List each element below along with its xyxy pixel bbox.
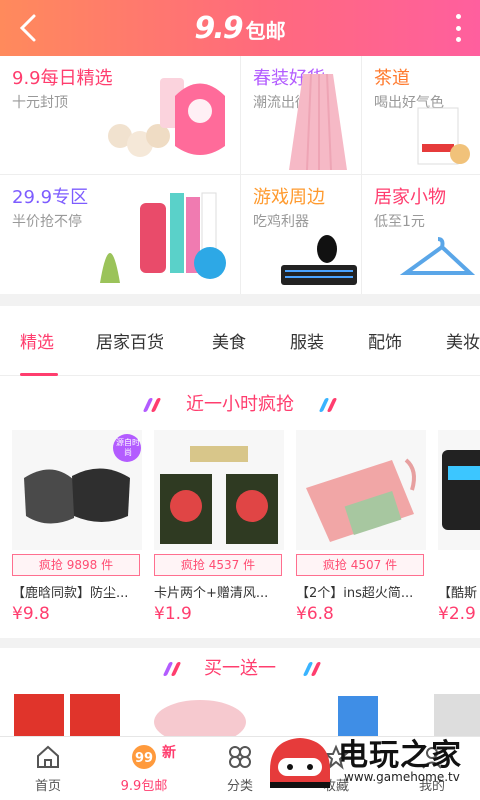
- product-price: ¥9.8: [12, 604, 50, 624]
- product-card[interactable]: 源自时尚 疯抢 9898 件 【鹿晗同款】防尘... ¥9.8: [12, 430, 142, 630]
- product-card[interactable]: 疯抢 4507 件 【2个】ins超火简... ¥6.8: [296, 430, 426, 630]
- nav-label: 首页: [34, 779, 61, 794]
- category-gaming-gear[interactable]: 游戏周边 吃鸡利器: [241, 175, 361, 294]
- product-name: 卡片两个+赠清风...: [154, 586, 269, 601]
- tea-box-image: [417, 107, 470, 165]
- new-badge: 新: [162, 745, 176, 761]
- svg-text:99: 99: [135, 751, 153, 766]
- sales-badge: 疯抢 9898 件: [12, 554, 140, 576]
- category-title: 29.9专区: [12, 187, 89, 208]
- category-icon: [229, 746, 251, 768]
- back-chevron-icon[interactable]: [14, 12, 46, 44]
- category-daily-picks[interactable]: 9.9每日精选 十元封顶: [0, 56, 240, 174]
- category-grid: 9.9每日精选 十元封顶 春装好货 潮流出街 茶道 喝出好气色 29.9专区 半…: [0, 56, 480, 294]
- category-half-price-zone[interactable]: 29.9专区 半价抢不停: [0, 175, 240, 294]
- sales-badge: 疯抢 4507 件: [296, 554, 424, 576]
- tab-clothing[interactable]: 服装: [290, 328, 324, 353]
- hot-sale-section: 近一小时疯抢 源自时尚 疯抢 9898 件 【鹿晗同款】防尘... ¥9.8 疯…: [0, 376, 480, 638]
- page-logo: 9.9 包邮: [194, 11, 285, 46]
- watermark: 电玩之家 www.gamehome.tv: [262, 728, 480, 800]
- product-tag: 源自时尚: [116, 438, 140, 457]
- product-card[interactable]: 疯抢 4537 件 卡片两个+赠清风... ¥1.9: [154, 430, 284, 630]
- category-tea[interactable]: 茶道 喝出好气色: [362, 56, 480, 174]
- product-image: [296, 430, 426, 550]
- watermark-title: 电玩之家: [338, 738, 462, 773]
- logo-text: 包邮: [245, 18, 286, 43]
- nav-label: 9.9包邮: [120, 779, 168, 794]
- watermark-logo-icon: [270, 738, 330, 788]
- category-home-items[interactable]: 居家小物 低至1元: [362, 175, 480, 294]
- category-subtitle: 十元封顶: [12, 95, 68, 111]
- household-goods-image: [100, 192, 226, 283]
- product-name: 【酷斯: [438, 586, 478, 601]
- tab-featured[interactable]: 精选: [20, 328, 54, 353]
- product-image: [154, 430, 284, 550]
- section-title: 买一送一: [204, 658, 276, 679]
- category-subtitle: 半价抢不停: [12, 214, 82, 230]
- category-title: 游戏周边: [253, 187, 325, 208]
- product-name: 【2个】ins超火简...: [296, 586, 414, 601]
- hanger-image: [399, 237, 476, 275]
- category-subtitle: 低至1元: [374, 214, 425, 230]
- tab-food[interactable]: 美食: [212, 328, 246, 353]
- nine-nine-icon: 99: [132, 745, 156, 769]
- skirt-image: [289, 73, 347, 171]
- nav-home[interactable]: 首页: [8, 743, 88, 794]
- product-price: ¥6.8: [296, 604, 334, 624]
- lint-remover-image: [108, 78, 225, 157]
- home-icon: [37, 745, 59, 768]
- category-title: 居家小物: [374, 187, 446, 208]
- product-image: 源自时尚: [12, 430, 142, 550]
- watermark-url: www.gamehome.tv: [344, 770, 460, 784]
- category-spring-fashion[interactable]: 春装好货 潮流出街: [241, 56, 361, 174]
- tab-beauty[interactable]: 美妆: [446, 328, 480, 353]
- logo-number: 9.9: [194, 10, 243, 46]
- section-title: 近一小时疯抢: [186, 394, 294, 415]
- keyboard-mouse-image: [281, 235, 357, 285]
- tab-household[interactable]: 居家百货: [96, 328, 164, 353]
- product-price: ¥2.9: [438, 604, 476, 624]
- category-title: 9.9每日精选: [12, 68, 113, 89]
- category-subtitle: 吃鸡利器: [253, 214, 309, 230]
- product-image: [438, 430, 480, 550]
- product-card[interactable]: 【酷斯 ¥2.9: [438, 430, 480, 630]
- category-title: 茶道: [374, 68, 410, 89]
- app-header: 9.9 包邮: [0, 0, 480, 56]
- category-tabs: 精选 居家百货 美食 服装 配饰 美妆: [0, 306, 480, 376]
- tab-accessories[interactable]: 配饰: [368, 328, 402, 353]
- product-price: ¥1.9: [154, 604, 192, 624]
- nav-label: 分类: [226, 779, 253, 794]
- product-name: 【鹿晗同款】防尘...: [12, 586, 129, 601]
- more-vertical-icon[interactable]: [454, 14, 462, 42]
- sales-badge: 疯抢 4537 件: [154, 554, 282, 576]
